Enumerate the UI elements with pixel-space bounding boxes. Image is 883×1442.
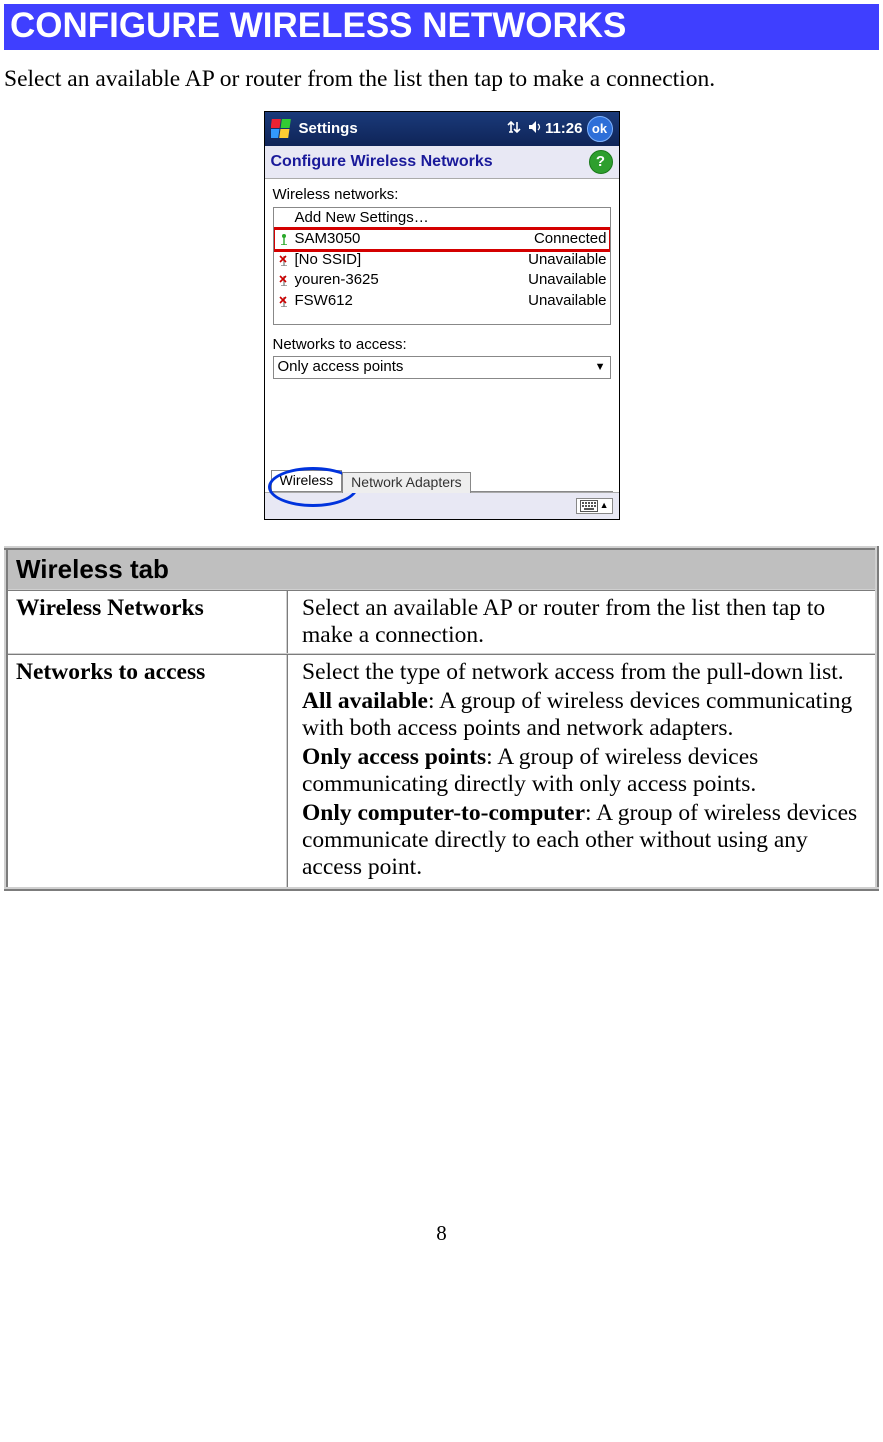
pda-body: Wireless networks: Add New Settings… SAM… xyxy=(265,179,619,463)
desc-line: Only computer-to-computer: A group of wi… xyxy=(302,800,867,881)
networks-access-label: Networks to access: xyxy=(273,337,611,354)
page-number: 8 xyxy=(4,1221,879,1246)
subheader-title: Configure Wireless Networks xyxy=(271,153,589,171)
table-cell-label: Wireless Networks xyxy=(6,590,287,654)
antenna-unavailable-icon xyxy=(277,294,291,308)
table-row: Wireless Networks Select an available AP… xyxy=(6,590,877,654)
table-cell-desc: Select an available AP or router from th… xyxy=(287,590,877,654)
antenna-unavailable-icon xyxy=(277,273,291,287)
keyboard-icon xyxy=(580,500,598,512)
wireless-tab-table: Wireless tab Wireless Networks Select an… xyxy=(4,546,879,891)
windows-flag-icon xyxy=(271,118,293,140)
desc-line: Only access points: A group of wireless … xyxy=(302,744,867,798)
antenna-ok-icon xyxy=(277,232,291,246)
list-item-status: Unavailable xyxy=(528,272,606,289)
desc-line: All available: A group of wireless devic… xyxy=(302,688,867,742)
pda-app-title: Settings xyxy=(299,121,358,138)
page-title: CONFIGURE WIRELESS NETWORKS xyxy=(4,4,879,50)
pda-bottombar: ▲ xyxy=(265,492,619,519)
tab-wireless[interactable]: Wireless xyxy=(271,470,343,491)
table-row: Networks to access Select the type of ne… xyxy=(6,654,877,889)
tab-label: Wireless xyxy=(280,472,334,488)
list-item-status: Unavailable xyxy=(528,252,606,269)
intro-text: Select an available AP or router from th… xyxy=(4,66,879,93)
blank-icon xyxy=(277,211,291,225)
table-header: Wireless tab xyxy=(6,548,877,590)
tab-network-adapters[interactable]: Network Adapters xyxy=(342,472,471,493)
list-item-label: SAM3050 xyxy=(295,231,534,248)
list-item[interactable]: FSW612 Unavailable xyxy=(274,291,610,312)
antenna-unavailable-icon xyxy=(277,253,291,267)
networks-access-select[interactable]: Only access points ▼ xyxy=(273,356,611,379)
connectivity-icon[interactable] xyxy=(506,119,522,140)
list-item-status: Unavailable xyxy=(528,293,606,310)
table-cell-desc: Select the type of network access from t… xyxy=(287,654,877,889)
list-item-label: [No SSID] xyxy=(295,252,529,269)
list-item-label: FSW612 xyxy=(295,293,529,310)
tab-label: Network Adapters xyxy=(351,474,462,490)
pda-topbar: Settings 11:26 ok xyxy=(265,112,619,146)
list-item-add[interactable]: Add New Settings… xyxy=(274,208,610,230)
chevron-up-icon: ▲ xyxy=(600,501,609,511)
chevron-down-icon: ▼ xyxy=(595,361,606,373)
list-item-label: Add New Settings… xyxy=(295,210,607,227)
pda-screen: Settings 11:26 ok Configure Wireless Net… xyxy=(264,111,620,520)
keyboard-button[interactable]: ▲ xyxy=(576,498,613,514)
list-item[interactable]: [No SSID] Unavailable xyxy=(274,250,610,271)
tab-bar: Wireless Network Adapters xyxy=(265,463,619,491)
desc-line: Select the type of network access from t… xyxy=(302,659,867,686)
ok-button[interactable]: ok xyxy=(587,116,613,142)
list-item-status: Connected xyxy=(534,231,607,248)
wireless-networks-label: Wireless networks: xyxy=(273,187,611,204)
help-icon[interactable]: ? xyxy=(589,150,613,174)
clock-text: 11:26 xyxy=(545,121,583,138)
volume-icon[interactable] xyxy=(528,119,542,140)
table-cell-label: Networks to access xyxy=(6,654,287,889)
pda-subheader: Configure Wireless Networks ? xyxy=(265,146,619,179)
select-value: Only access points xyxy=(278,359,595,376)
list-item-label: youren-3625 xyxy=(295,272,529,289)
screenshot-figure: Settings 11:26 ok Configure Wireless Net… xyxy=(4,111,879,520)
list-item[interactable]: youren-3625 Unavailable xyxy=(274,270,610,291)
wireless-list[interactable]: Add New Settings… SAM3050 Connected [No … xyxy=(273,207,611,325)
list-item-connected[interactable]: SAM3050 Connected xyxy=(274,229,610,250)
